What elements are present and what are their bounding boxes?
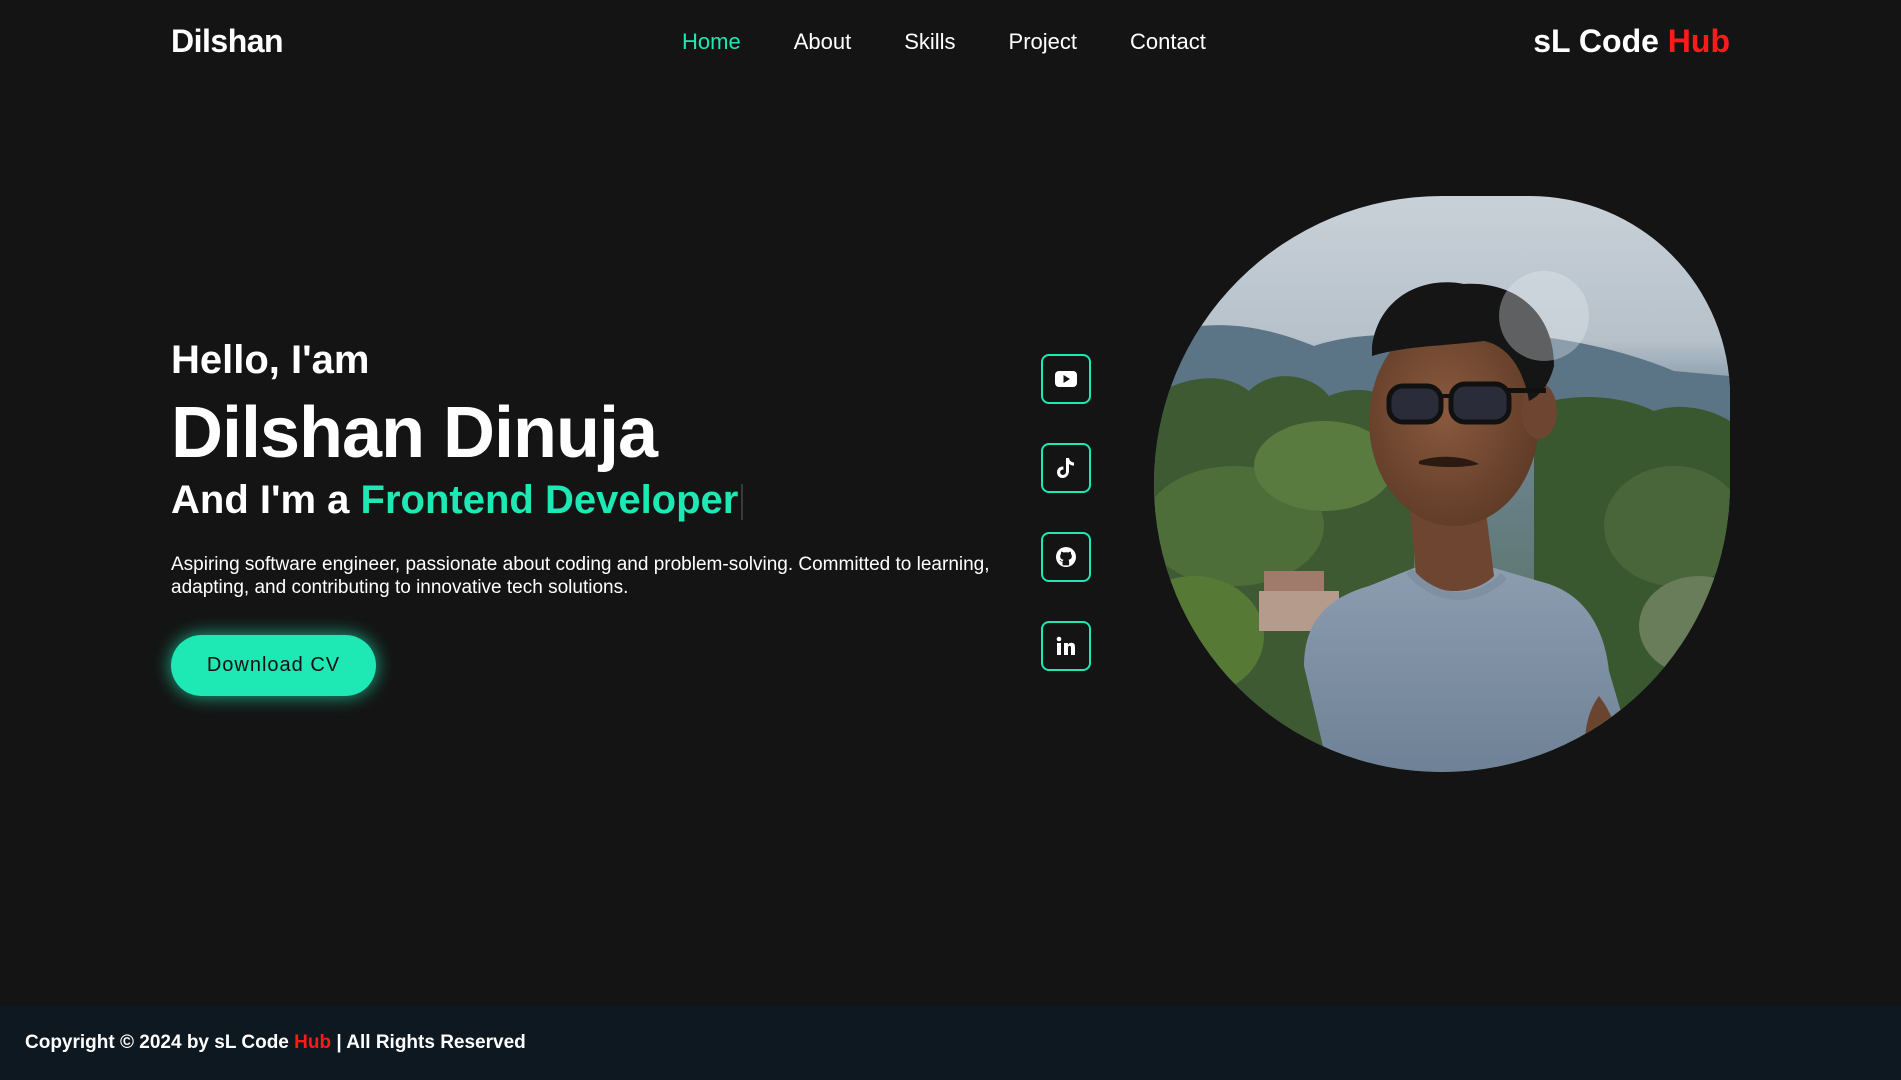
social-link-tiktok[interactable]: [1041, 443, 1091, 493]
linkedin-icon: [1056, 636, 1075, 655]
main-nav: Home About Skills Project Contact: [682, 29, 1259, 55]
social-link-github[interactable]: [1041, 532, 1091, 582]
brand-main-text: sL Code: [1533, 23, 1668, 59]
hero-bio: Aspiring software engineer, passionate a…: [171, 554, 990, 598]
social-links: [1041, 354, 1091, 671]
nav-link-skills[interactable]: Skills: [904, 29, 955, 55]
hero-role-line: And I'm a Frontend Developer: [171, 478, 744, 523]
nav-link-about[interactable]: About: [794, 29, 852, 55]
brand-name: sL Code Hub: [1533, 23, 1730, 60]
download-cv-button[interactable]: Download CV: [171, 635, 376, 696]
profile-photo: [1154, 196, 1730, 772]
typing-cursor: [741, 484, 744, 521]
nav-link-project[interactable]: Project: [1009, 29, 1077, 55]
brand-accent-text: Hub: [1667, 23, 1730, 59]
site-logo[interactable]: Dilshan: [171, 23, 284, 60]
copyright-accent: Hub: [294, 1032, 332, 1053]
hero-name: Dilshan Dinuja: [171, 393, 658, 473]
tiktok-icon: [1057, 458, 1074, 478]
site-footer: Copyright © 2024 by sL Code Hub | All Ri…: [0, 1006, 1901, 1080]
copyright-prefix: Copyright © 2024 by sL Code: [25, 1032, 295, 1053]
copyright-text: Copyright © 2024 by sL Code Hub | All Ri…: [25, 1032, 526, 1054]
role-text: Frontend Developer: [360, 478, 739, 522]
github-icon: [1056, 547, 1076, 567]
page: Dilshan Home About Skills Project Contac…: [0, 0, 1901, 1080]
copyright-suffix: | All Rights Reserved: [331, 1032, 526, 1053]
social-link-linkedin[interactable]: [1041, 621, 1091, 671]
role-prefix: And I'm a: [171, 478, 361, 522]
hero-greeting: Hello, I'am: [171, 338, 370, 382]
nav-link-home[interactable]: Home: [682, 29, 741, 55]
social-link-youtube[interactable]: [1041, 354, 1091, 404]
nav-link-contact[interactable]: Contact: [1130, 29, 1206, 55]
site-header: Dilshan Home About Skills Project Contac…: [0, 0, 1901, 86]
youtube-icon: [1055, 371, 1077, 387]
